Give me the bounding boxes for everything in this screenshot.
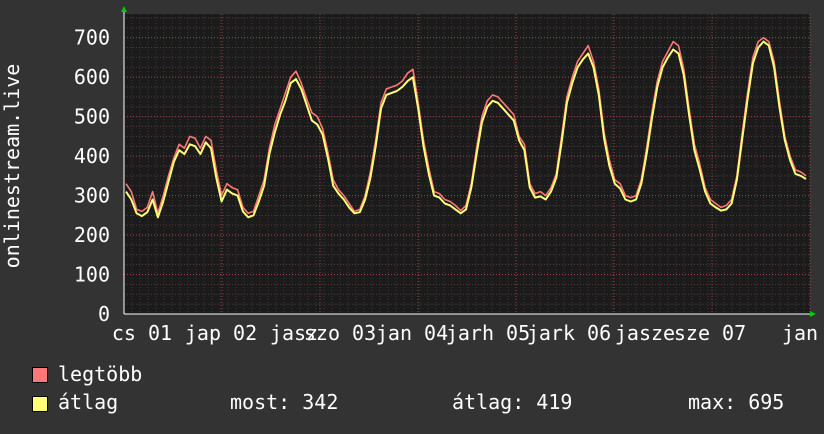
- legend-avg-label: átlag: [58, 390, 119, 414]
- stat-avg: átlag: 419: [452, 390, 573, 414]
- y-tick-label: 400: [74, 144, 110, 168]
- x-tick-label: jap 02: [185, 321, 257, 345]
- y-tick-label: 0: [98, 302, 110, 326]
- y-axis-label: onlinestream.live: [0, 64, 24, 269]
- plot-area: [124, 14, 810, 314]
- stat-now: most: 342: [230, 390, 339, 414]
- x-axis-arrow: [810, 311, 816, 317]
- legend-max-swatch: [32, 367, 48, 383]
- y-tick-label: 100: [74, 263, 110, 287]
- x-tick-label: szo 03: [304, 321, 376, 345]
- y-tick-label: 600: [74, 65, 110, 89]
- y-tick-label: 200: [74, 223, 110, 247]
- x-tick-label: cs 01: [112, 321, 172, 345]
- x-tick-label: jark 06: [527, 321, 611, 345]
- y-tick-label: 300: [74, 184, 110, 208]
- x-ticks: cs 01 jap 02 jaszszo 03 jan 04jarh 05jark 0…: [112, 321, 818, 345]
- x-tick-label: jarh 05: [446, 321, 530, 345]
- x-tick-label: jasze: [615, 321, 675, 345]
- x-tick-label: sze 07: [674, 321, 746, 345]
- stat-max: max: 695: [688, 390, 785, 414]
- y-axis-arrow: [121, 6, 127, 12]
- x-tick-label: jan 04: [376, 321, 448, 345]
- y-ticks: 0 100 200 300 400 500 600 700: [74, 26, 110, 326]
- y-tick-label: 700: [74, 26, 110, 50]
- x-tick-label: jan: [782, 321, 818, 345]
- legend-avg-swatch: [32, 396, 48, 412]
- y-tick-label: 500: [74, 105, 110, 129]
- legend-max-label: legtöbb: [58, 362, 143, 386]
